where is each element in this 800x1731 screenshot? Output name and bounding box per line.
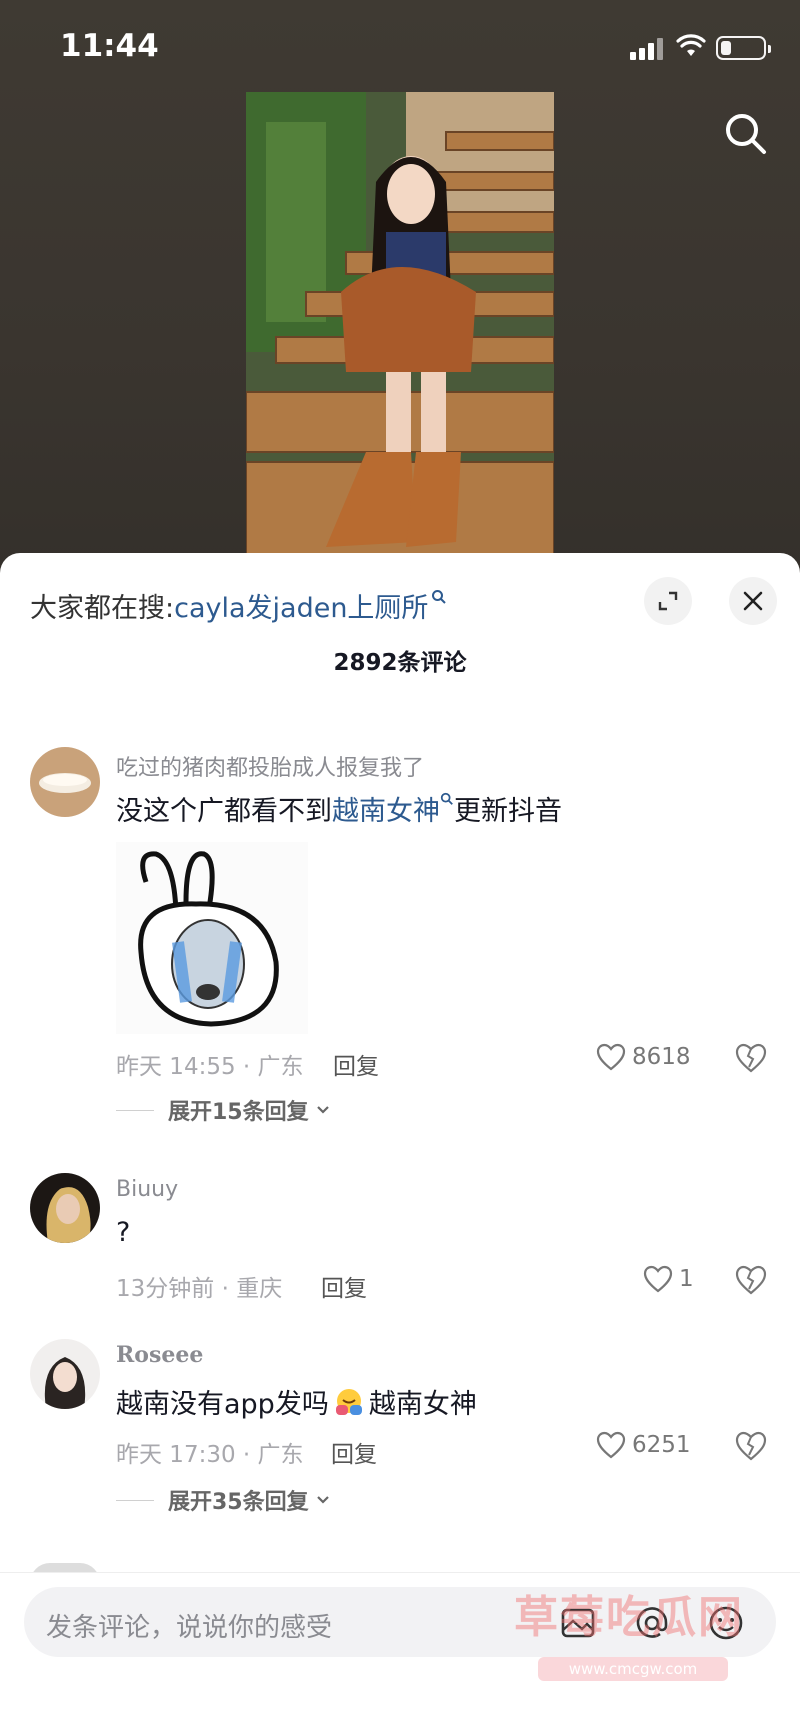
expand-replies-label: 展开35条回复 bbox=[168, 1490, 309, 1515]
trending-prefix: 大家都在搜: bbox=[30, 592, 175, 624]
expand-replies-label: 展开15条回复 bbox=[168, 1100, 309, 1125]
chevron-down-icon bbox=[316, 1496, 329, 1504]
divider bbox=[116, 1109, 154, 1111]
comment-text: 没这个广都看不到越南女神 更新抖音 bbox=[116, 789, 562, 828]
comment-input-placeholder: 发条评论，说说你的感受 bbox=[46, 1613, 333, 1643]
trending-search[interactable]: 大家都在搜: cayla发jaden上厕所 bbox=[30, 583, 447, 627]
wifi-icon bbox=[676, 34, 706, 56]
comment-text: ? bbox=[116, 1217, 131, 1248]
comment-text-part: 没这个广都看不到 bbox=[116, 796, 332, 827]
comment-meta: 13分钟前 · 重庆 bbox=[116, 1276, 283, 1302]
watermark-url: www.cmcgw.com bbox=[538, 1657, 728, 1681]
avatar[interactable] bbox=[30, 1339, 100, 1409]
comment-username[interactable]: Roseee bbox=[116, 1342, 203, 1368]
comment-text-part: 更新抖音 bbox=[454, 796, 562, 827]
close-icon bbox=[743, 591, 763, 611]
comment-text: 越南没有app发吗 越南女神 bbox=[116, 1382, 477, 1421]
hug-emoji-icon bbox=[335, 1389, 362, 1415]
close-button[interactable] bbox=[729, 577, 777, 625]
reply-button[interactable]: 回复 bbox=[331, 1435, 377, 1469]
search-icon bbox=[432, 590, 447, 604]
expand-icon bbox=[658, 591, 678, 611]
comment-text-part: 越南没有app发吗 bbox=[116, 1389, 329, 1420]
like-button[interactable]: 6251 bbox=[596, 1431, 691, 1459]
video-background: 11:44 bbox=[0, 0, 800, 580]
trending-query[interactable]: cayla发jaden上厕所 bbox=[174, 586, 428, 625]
expand-replies-button[interactable]: 展开35条回复 bbox=[116, 1484, 331, 1516]
comment-meta: 昨天 17:30 · 广东 bbox=[116, 1442, 304, 1468]
heart-icon bbox=[596, 1431, 626, 1459]
signal-icon bbox=[630, 36, 666, 60]
expand-button[interactable] bbox=[644, 577, 692, 625]
comment-input-bar: 发条评论，说说你的感受 草莓吃瓜网 www.cmcgw.com bbox=[0, 1572, 800, 1731]
like-count: 8618 bbox=[632, 1044, 691, 1070]
comment-text-part: 越南女神 bbox=[368, 1389, 477, 1420]
comment-sticker[interactable] bbox=[116, 842, 308, 1034]
comment-meta: 昨天 14:55 · 广东 bbox=[116, 1054, 304, 1080]
expand-replies-button[interactable]: 展开15条回复 bbox=[116, 1094, 331, 1126]
video-thumbnail[interactable] bbox=[246, 92, 554, 554]
avatar[interactable] bbox=[30, 1173, 100, 1243]
comment-link[interactable]: 越南女神 bbox=[332, 796, 440, 827]
heart-icon bbox=[596, 1043, 626, 1071]
dislike-icon[interactable] bbox=[734, 1431, 768, 1461]
avatar[interactable] bbox=[30, 747, 100, 817]
chevron-down-icon bbox=[316, 1106, 329, 1114]
comments-sheet: 大家都在搜: cayla发jaden上厕所 2892条评论 吃过的猪肉都投胎成人… bbox=[0, 553, 800, 1731]
watermark-text: 草莓吃瓜网 bbox=[514, 1592, 744, 1643]
reply-button[interactable]: 回复 bbox=[321, 1269, 367, 1303]
status-bar: 11:44 bbox=[0, 0, 800, 100]
search-icon bbox=[440, 792, 453, 805]
heart-icon bbox=[643, 1265, 673, 1293]
status-time: 11:44 bbox=[60, 28, 159, 64]
like-count: 1 bbox=[679, 1266, 694, 1292]
dislike-icon[interactable] bbox=[734, 1265, 768, 1295]
comment-username[interactable]: Biuuy bbox=[116, 1177, 178, 1202]
like-count: 6251 bbox=[632, 1432, 691, 1458]
crying-rabbit-sticker bbox=[116, 842, 308, 1034]
video-thumbnail-image bbox=[246, 92, 554, 554]
reply-button[interactable]: 回复 bbox=[333, 1047, 379, 1081]
divider bbox=[116, 1499, 154, 1501]
search-icon[interactable] bbox=[722, 110, 770, 158]
dislike-icon[interactable] bbox=[734, 1043, 768, 1073]
comment-count: 2892条评论 bbox=[333, 650, 467, 676]
battery-icon bbox=[716, 36, 771, 60]
comment-username[interactable]: 吃过的猪肉都投胎成人报复我了 bbox=[116, 750, 424, 782]
like-button[interactable]: 8618 bbox=[596, 1043, 691, 1071]
like-button[interactable]: 1 bbox=[643, 1265, 694, 1293]
